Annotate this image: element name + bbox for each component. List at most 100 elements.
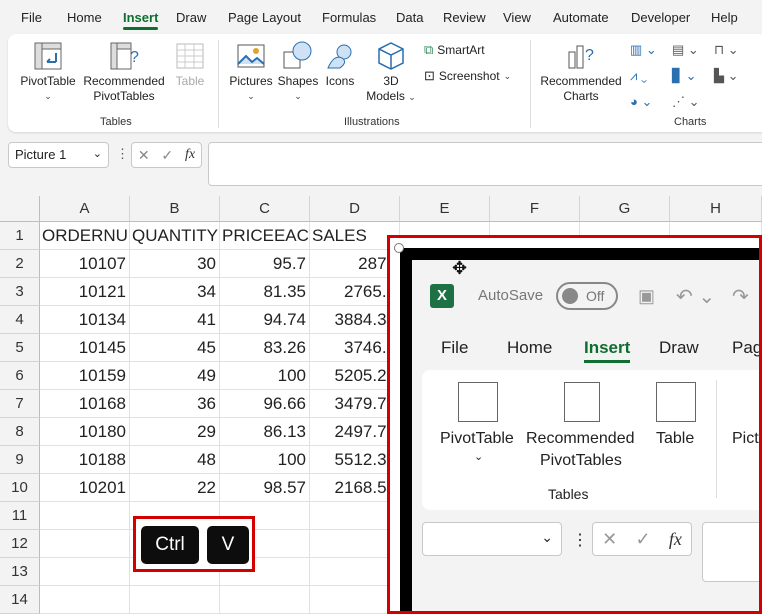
data-cell[interactable]: 100 — [220, 362, 310, 390]
row-header[interactable]: 14 — [0, 586, 40, 614]
pictures-button[interactable]: Pictures ⌄ — [226, 40, 276, 104]
data-cell[interactable]: 83.26 — [220, 334, 310, 362]
row-header[interactable]: 9 — [0, 446, 40, 474]
more-options-icon[interactable]: ⋮ — [116, 146, 129, 162]
menu-view[interactable]: View — [503, 10, 531, 25]
table-button[interactable]: Table — [170, 40, 210, 89]
illustrations-group-label: Illustrations — [344, 116, 400, 128]
data-cell[interactable]: 10121 — [40, 278, 130, 306]
empty-cell[interactable] — [40, 558, 130, 586]
shapes-button[interactable]: Shapes ⌄ — [276, 40, 320, 104]
line-chart-icon[interactable]: ⩘ ⌄ — [630, 68, 647, 84]
chevron-down-icon[interactable]: ⌄ — [93, 147, 102, 160]
row-header[interactable]: 3 — [0, 278, 40, 306]
enter-icon[interactable]: ✓ — [161, 147, 173, 164]
column-header-c[interactable]: C — [220, 196, 310, 222]
data-cell[interactable]: 45 — [130, 334, 220, 362]
data-cell[interactable]: 86.13 — [220, 418, 310, 446]
row-header[interactable]: 4 — [0, 306, 40, 334]
data-cell[interactable]: 96.66 — [220, 390, 310, 418]
pasted-picture[interactable]: X AutoSave Off ▣ ↶ ⌄ ↷ File Home Insert … — [400, 248, 762, 611]
row-header[interactable]: 12 — [0, 530, 40, 558]
data-cell[interactable]: 10159 — [40, 362, 130, 390]
row-header[interactable]: 8 — [0, 418, 40, 446]
header-cell[interactable]: ORDERNU — [40, 222, 130, 250]
empty-cell[interactable] — [40, 530, 130, 558]
menu-home[interactable]: Home — [67, 10, 102, 25]
pasted-tab-page-layout: Pag — [732, 338, 762, 357]
combo-chart-icon[interactable]: ▙ ⌄ — [714, 68, 739, 84]
select-all-corner[interactable] — [0, 196, 40, 222]
column-header-d[interactable]: D — [310, 196, 400, 222]
column-header-g[interactable]: G — [580, 196, 670, 222]
empty-cell[interactable] — [220, 586, 310, 614]
data-cell[interactable]: 100 — [220, 446, 310, 474]
empty-cell[interactable] — [130, 586, 220, 614]
data-cell[interactable]: 30 — [130, 250, 220, 278]
menu-help[interactable]: Help — [711, 10, 738, 25]
data-cell[interactable]: 98.57 — [220, 474, 310, 502]
menu-page-layout[interactable]: Page Layout — [228, 10, 301, 25]
row-header[interactable]: 10 — [0, 474, 40, 502]
smartart-button[interactable]: ⧉ SmartArt — [424, 42, 485, 58]
data-cell[interactable]: 94.74 — [220, 306, 310, 334]
formula-input[interactable] — [208, 142, 762, 186]
data-cell[interactable]: 10201 — [40, 474, 130, 502]
column-header-e[interactable]: E — [400, 196, 490, 222]
row-header[interactable]: 5 — [0, 334, 40, 362]
data-cell[interactable]: 95.7 — [220, 250, 310, 278]
resize-handle[interactable] — [394, 243, 404, 253]
column-header-f[interactable]: F — [490, 196, 580, 222]
bar-chart-icon[interactable]: ▊ ⌄ — [672, 68, 697, 84]
menu-automate[interactable]: Automate — [553, 10, 609, 25]
data-cell[interactable]: 10134 — [40, 306, 130, 334]
data-cell[interactable]: 10107 — [40, 250, 130, 278]
cancel-icon[interactable]: ✕ — [138, 147, 150, 164]
data-cell[interactable]: 10180 — [40, 418, 130, 446]
data-cell[interactable]: 22 — [130, 474, 220, 502]
column-chart-icon[interactable]: ▥ ⌄ — [630, 42, 657, 58]
row-header[interactable]: 11 — [0, 502, 40, 530]
menu-review[interactable]: Review — [443, 10, 486, 25]
data-cell[interactable]: 10168 — [40, 390, 130, 418]
menu-insert[interactable]: Insert — [123, 10, 159, 30]
column-header-b[interactable]: B — [130, 196, 220, 222]
header-cell[interactable]: PRICEEACH — [220, 222, 310, 250]
header-cell[interactable]: QUANTITY — [130, 222, 220, 250]
row-header[interactable]: 6 — [0, 362, 40, 390]
recommended-pivottables-button[interactable]: ? Recommended PivotTables — [80, 40, 168, 104]
scatter-chart-icon[interactable]: ⋰ ⌄ — [672, 94, 700, 110]
pie-chart-icon[interactable]: ◕ ⌄ — [630, 94, 652, 110]
data-cell[interactable]: 49 — [130, 362, 220, 390]
3d-models-button[interactable]: 3D Models ⌄ — [364, 40, 418, 105]
hierarchy-chart-icon[interactable]: ▤ ⌄ — [672, 42, 699, 58]
data-cell[interactable]: 10188 — [40, 446, 130, 474]
column-header-h[interactable]: H — [670, 196, 762, 222]
data-cell[interactable]: 10145 — [40, 334, 130, 362]
empty-cell[interactable] — [40, 586, 130, 614]
menu-developer[interactable]: Developer — [631, 10, 690, 25]
data-cell[interactable]: 48 — [130, 446, 220, 474]
row-header[interactable]: 7 — [0, 390, 40, 418]
screenshot-button[interactable]: ⊡ Screenshot ⌄ — [424, 68, 511, 84]
data-cell[interactable]: 29 — [130, 418, 220, 446]
data-cell[interactable]: 81.35 — [220, 278, 310, 306]
menu-data[interactable]: Data — [396, 10, 423, 25]
statistic-chart-icon[interactable]: ⊓ ⌄ — [714, 42, 739, 58]
insert-function-icon[interactable]: fx — [185, 147, 195, 163]
row-header[interactable]: 2 — [0, 250, 40, 278]
icons-button[interactable]: Icons — [322, 40, 358, 89]
row-header[interactable]: 13 — [0, 558, 40, 586]
name-box[interactable]: Picture 1 ⌄ — [8, 142, 109, 168]
data-cell[interactable]: 34 — [130, 278, 220, 306]
row-header[interactable]: 1 — [0, 222, 40, 250]
menu-formulas[interactable]: Formulas — [322, 10, 376, 25]
data-cell[interactable]: 36 — [130, 390, 220, 418]
menu-file[interactable]: File — [21, 10, 42, 25]
data-cell[interactable]: 41 — [130, 306, 220, 334]
recommended-charts-button[interactable]: ? Recommended Charts — [538, 40, 624, 104]
column-header-a[interactable]: A — [40, 196, 130, 222]
menu-draw[interactable]: Draw — [176, 10, 206, 25]
pivottable-button[interactable]: PivotTable ⌄ — [18, 40, 78, 104]
empty-cell[interactable] — [40, 502, 130, 530]
